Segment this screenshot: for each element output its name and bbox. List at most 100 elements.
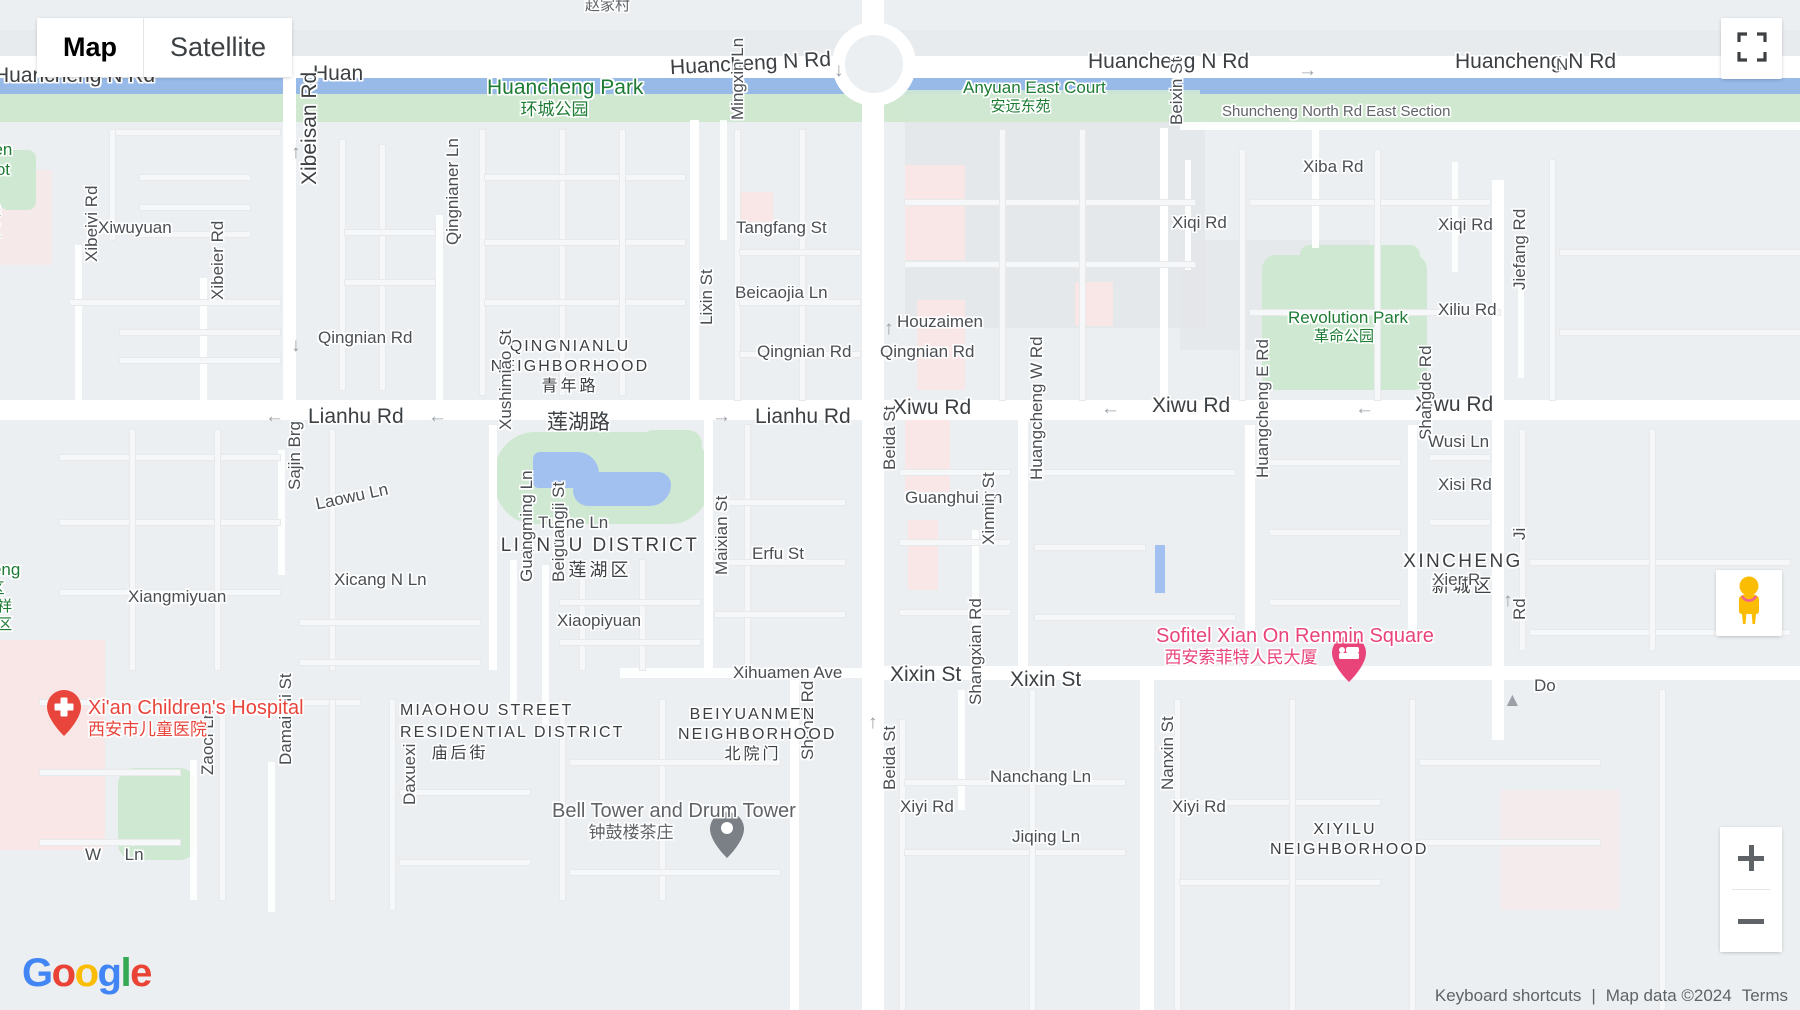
minor-road (715, 612, 845, 617)
revolution-park-area (1300, 245, 1420, 275)
minor-road (800, 130, 805, 400)
road-sajin-brg (278, 450, 285, 575)
hospital-pin-icon[interactable] (47, 690, 81, 736)
minor-road (1420, 760, 1600, 765)
minor-road (740, 250, 860, 255)
minor-road (400, 860, 530, 865)
direction-arrow: → (1298, 60, 1317, 81)
minor-road (345, 230, 435, 235)
road-beiguangji-st (542, 565, 549, 725)
minor-road (1270, 530, 1400, 535)
lianhu-lake-main (573, 472, 671, 506)
minor-road (740, 352, 860, 357)
minor-road (1375, 150, 1380, 400)
terms-link[interactable]: Terms (1742, 986, 1788, 1006)
minor-road (900, 610, 1010, 615)
map-type-satellite-button[interactable]: Satellite (144, 18, 293, 77)
poi-label-bell-drum-tower[interactable]: Bell Tower and Drum Tower 钟鼓楼茶庄 (552, 800, 796, 842)
minor-road (485, 300, 685, 305)
minor-road (905, 780, 1125, 785)
minor-road (300, 660, 480, 665)
minor-road (1410, 700, 1415, 1010)
map-canvas[interactable]: ← ← → ← ← → ↓ ↑ ↓ ↑ ↑ ↑ ▲ 赵家村 Huancheng … (0, 0, 1800, 1010)
minor-road (900, 540, 1010, 545)
road-xibeier-rd (200, 278, 207, 408)
sofitel-name-cn: 西安索菲特人民大厦 (1164, 647, 1318, 667)
direction-arrow: ▲ (1503, 690, 1522, 711)
minor-road (1560, 250, 1800, 255)
pegman-street-view-control[interactable] (1716, 570, 1782, 636)
minor-road (620, 130, 625, 395)
direction-arrow: ↓ (291, 335, 301, 356)
poi-label-sofitel[interactable]: Sofitel Xian On Renmin Square 西安索菲特人民大厦 (1156, 625, 1434, 667)
map-attribution-bar: Keyboard shortcuts | Map data ©2024 Term… (1435, 986, 1788, 1006)
minor-road (1035, 615, 1235, 620)
keyboard-shortcuts-link[interactable]: Keyboard shortcuts (1435, 986, 1581, 1006)
minor-road (640, 560, 645, 670)
institution-block (1500, 790, 1620, 910)
fullscreen-button[interactable] (1721, 18, 1782, 79)
minor-road (740, 300, 860, 305)
roundabout (832, 22, 916, 106)
minor-road (1560, 330, 1800, 335)
road-xibeisan-rd (283, 66, 296, 411)
road-xiqi-rd (1452, 162, 1458, 272)
minor-road (215, 430, 220, 670)
minor-road (560, 130, 565, 395)
minor-road (380, 145, 385, 390)
road-guangming-ln (510, 560, 517, 720)
minor-road (140, 232, 250, 237)
minor-road (60, 455, 280, 460)
poi-label-childrens-hospital[interactable]: Xi'an Children's Hospital 西安市儿童医院 (88, 697, 304, 739)
map-type-map-button[interactable]: Map (37, 18, 143, 77)
minor-road (1520, 430, 1525, 650)
direction-arrow: ← (265, 406, 284, 427)
road-shangxian-rd (958, 690, 965, 810)
minor-road (715, 500, 845, 505)
minor-road (340, 140, 345, 390)
minor-road (400, 790, 530, 795)
road-jiefang-rd (1492, 180, 1504, 740)
minus-icon (1738, 918, 1764, 924)
pegman-icon (1729, 575, 1769, 632)
direction-arrow: ↑ (884, 318, 894, 339)
minor-road (120, 358, 280, 363)
plus-icon-v (1748, 845, 1754, 871)
minor-road (905, 262, 1195, 267)
map-type-switcher[interactable]: Map Satellite (37, 18, 293, 77)
road-mingxin-ln (720, 120, 727, 240)
minor-road (330, 430, 335, 670)
road-lixin-st (690, 120, 699, 402)
road-huangcheng-w-rd (1018, 420, 1028, 670)
road-maixian-st (704, 420, 713, 670)
road-nanxin-st (1140, 680, 1154, 1010)
minor-road (1530, 560, 1790, 565)
road-xiqi-rd (1185, 160, 1191, 270)
belltower-name-cn: 钟鼓楼茶庄 (588, 822, 674, 842)
minor-road (1240, 150, 1245, 400)
road-xinmin-st (972, 530, 979, 670)
zoom-in-button[interactable] (1720, 827, 1782, 889)
minor-road (1290, 700, 1295, 1010)
direction-arrow: ← (1355, 398, 1374, 419)
minor-road (560, 640, 700, 645)
minor-road (485, 240, 685, 245)
zoom-out-button[interactable] (1720, 890, 1782, 952)
minor-road (330, 700, 335, 900)
minor-road (1270, 600, 1400, 605)
minor-road (130, 430, 135, 670)
institution-block (917, 300, 965, 390)
minor-road (110, 130, 280, 135)
road-huangcheng-e-rd (1245, 425, 1255, 640)
sofitel-name-en: Sofitel Xian On Renmin Square (1156, 625, 1434, 647)
hospital-name-en: Xi'an Children's Hospital (88, 697, 304, 719)
zoom-controls[interactable] (1720, 827, 1782, 952)
institution-block (905, 420, 950, 492)
minor-road (900, 720, 905, 1010)
green-space (118, 768, 196, 860)
road-xibeiyi-rd (75, 245, 82, 405)
minor-road (900, 470, 1010, 475)
road-xiba-rd (1312, 128, 1319, 248)
minor-road (1430, 455, 1490, 460)
minor-road (1660, 690, 1665, 1010)
